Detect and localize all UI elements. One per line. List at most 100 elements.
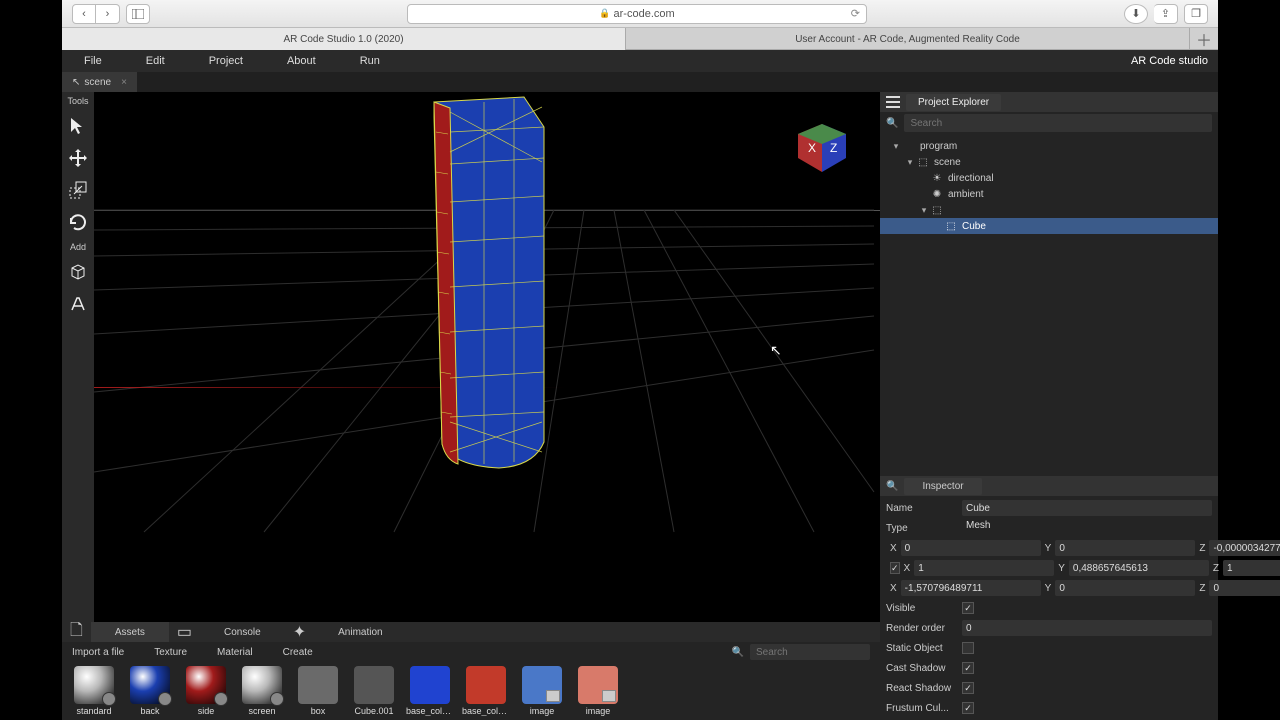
reload-icon[interactable]: ⟳	[851, 7, 860, 20]
static-label: Static Object	[886, 643, 958, 654]
react-shadow-label: React Shadow	[886, 683, 958, 694]
menu-run[interactable]: Run	[338, 55, 402, 67]
static-checkbox[interactable]	[962, 642, 974, 654]
type-label: Type	[886, 523, 958, 534]
tab-assets[interactable]: Assets	[91, 622, 169, 642]
menu-file[interactable]: File	[62, 55, 124, 67]
add-object-tool[interactable]	[64, 258, 92, 286]
tree-item-group[interactable]: ▾⬚	[880, 202, 1218, 218]
rotation-x-input[interactable]	[901, 580, 1041, 596]
visible-checkbox[interactable]: ✓	[962, 602, 974, 614]
animation-icon: ✦	[285, 622, 314, 642]
tree-item-scene[interactable]: ▾⬚scene	[880, 154, 1218, 170]
app-brand: AR Code studio	[1131, 55, 1208, 67]
name-label: Name	[886, 503, 958, 514]
project-tree: ▾program▾⬚scene☀directional✺ambient▾⬚⬚Cu…	[880, 134, 1218, 238]
asset-Cube.001[interactable]: Cube.001	[350, 666, 398, 716]
asset-screen[interactable]: screen	[238, 666, 286, 716]
browser-tabs: AR Code Studio 1.0 (2020) User Account -…	[62, 28, 1218, 50]
mouse-cursor: ↖	[770, 342, 782, 359]
menu-about[interactable]: About	[265, 55, 338, 67]
move-tool[interactable]	[64, 144, 92, 172]
orientation-gizmo[interactable]: X Z	[794, 120, 850, 176]
asset-standard[interactable]: standard	[70, 666, 118, 716]
react-shadow-checkbox[interactable]: ✓	[962, 682, 974, 694]
asset-image[interactable]: image	[518, 666, 566, 716]
position-x-input[interactable]	[901, 540, 1041, 556]
app-window: File Edit Project About Run AR Code stud…	[62, 50, 1218, 720]
browser-forward-button[interactable]: ›	[96, 4, 120, 24]
create-button[interactable]: Create	[283, 647, 313, 658]
name-input[interactable]	[962, 500, 1212, 516]
render-order-input[interactable]	[962, 620, 1212, 636]
browser-tab-1[interactable]: User Account - AR Code, Augmented Realit…	[626, 28, 1190, 50]
asset-image[interactable]: image	[574, 666, 622, 716]
lock-icon: 🔒	[599, 8, 610, 19]
frustum-label: Frustum Cul...	[886, 703, 958, 714]
scale-y-input[interactable]	[1069, 560, 1209, 576]
hamburger-icon[interactable]	[886, 96, 900, 108]
menu-edit[interactable]: Edit	[124, 55, 187, 67]
explorer-search-input[interactable]	[904, 114, 1212, 132]
scene-tab-icon: ↖	[72, 77, 80, 88]
rotate-tool[interactable]	[64, 208, 92, 236]
type-value: Mesh	[962, 520, 1212, 536]
assets-search-input[interactable]	[750, 644, 870, 660]
inspector-header: 🔍 Inspector	[880, 476, 1218, 496]
asset-back[interactable]: back	[126, 666, 174, 716]
asset-box[interactable]: box	[294, 666, 342, 716]
browser-url-bar[interactable]: 🔒 ar-code.com ⟳	[407, 4, 867, 24]
material-button[interactable]: Material	[217, 647, 253, 658]
cast-shadow-checkbox[interactable]: ✓	[962, 662, 974, 674]
visible-label: Visible	[886, 603, 958, 614]
scale-lock-checkbox[interactable]: ✓	[890, 562, 900, 574]
scale-x-input[interactable]	[914, 560, 1054, 576]
render-order-label: Render order	[886, 623, 958, 634]
document-tabs: ↖ scene ×	[62, 72, 1218, 92]
tree-item-Cube[interactable]: ⬚Cube	[880, 218, 1218, 234]
scene-tab[interactable]: ↖ scene ×	[62, 72, 137, 92]
tree-item-ambient[interactable]: ✺ambient	[880, 186, 1218, 202]
browser-toolbar: ‹ › 🔒 ar-code.com ⟳ ⬇ ⇪ ❐	[62, 0, 1218, 28]
project-explorer-title: Project Explorer	[918, 97, 989, 108]
rotation-z-input[interactable]	[1209, 580, 1280, 596]
inspector-body: Name TypeMesh Position X Y Z Scale ✓ X Y…	[880, 496, 1218, 720]
tabs-button[interactable]: ❐	[1184, 4, 1208, 24]
browser-new-tab-button[interactable]: ＋	[1190, 28, 1218, 49]
share-button[interactable]: ⇪	[1154, 4, 1178, 24]
rotation-y-input[interactable]	[1055, 580, 1195, 596]
search-icon: 🔍	[886, 481, 898, 492]
cast-shadow-label: Cast Shadow	[886, 663, 958, 674]
browser-sidebar-button[interactable]	[126, 4, 150, 24]
frustum-checkbox[interactable]: ✓	[962, 702, 974, 714]
asset-base_colo...[interactable]: base_colo...	[462, 666, 510, 716]
add-text-tool[interactable]	[64, 290, 92, 318]
asset-base_colo...[interactable]: base_colo...	[406, 666, 454, 716]
scale-z-input[interactable]	[1223, 560, 1280, 576]
position-z-input[interactable]	[1209, 540, 1280, 556]
select-tool[interactable]	[64, 112, 92, 140]
close-icon[interactable]: ×	[121, 77, 127, 88]
tab-console[interactable]: Console	[200, 622, 285, 642]
browser-tab-0[interactable]: AR Code Studio 1.0 (2020)	[62, 28, 626, 50]
import-file-button[interactable]: Import a file	[72, 647, 124, 658]
tree-item-directional[interactable]: ☀directional	[880, 170, 1218, 186]
position-y-input[interactable]	[1055, 540, 1195, 556]
add-heading: Add	[70, 242, 86, 252]
menu-project[interactable]: Project	[187, 55, 265, 67]
tree-item-program[interactable]: ▾program	[880, 138, 1218, 154]
texture-button[interactable]: Texture	[154, 647, 187, 658]
asset-side[interactable]: side	[182, 666, 230, 716]
project-explorer-header: Project Explorer	[880, 92, 1218, 112]
search-icon: 🔍	[732, 647, 744, 658]
scene-tab-label: scene	[84, 77, 111, 88]
download-button[interactable]: ⬇	[1124, 4, 1148, 24]
selected-object-cube[interactable]	[414, 92, 554, 470]
browser-url-text: ar-code.com	[614, 8, 675, 20]
tab-animation[interactable]: Animation	[314, 622, 406, 642]
scale-tool[interactable]	[64, 176, 92, 204]
tools-heading: Tools	[67, 96, 88, 106]
search-icon: 🔍	[886, 118, 898, 129]
bottom-panel: 🗋 Assets ▭ Console ✦ Animation Import a …	[62, 622, 880, 720]
browser-back-button[interactable]: ‹	[72, 4, 96, 24]
